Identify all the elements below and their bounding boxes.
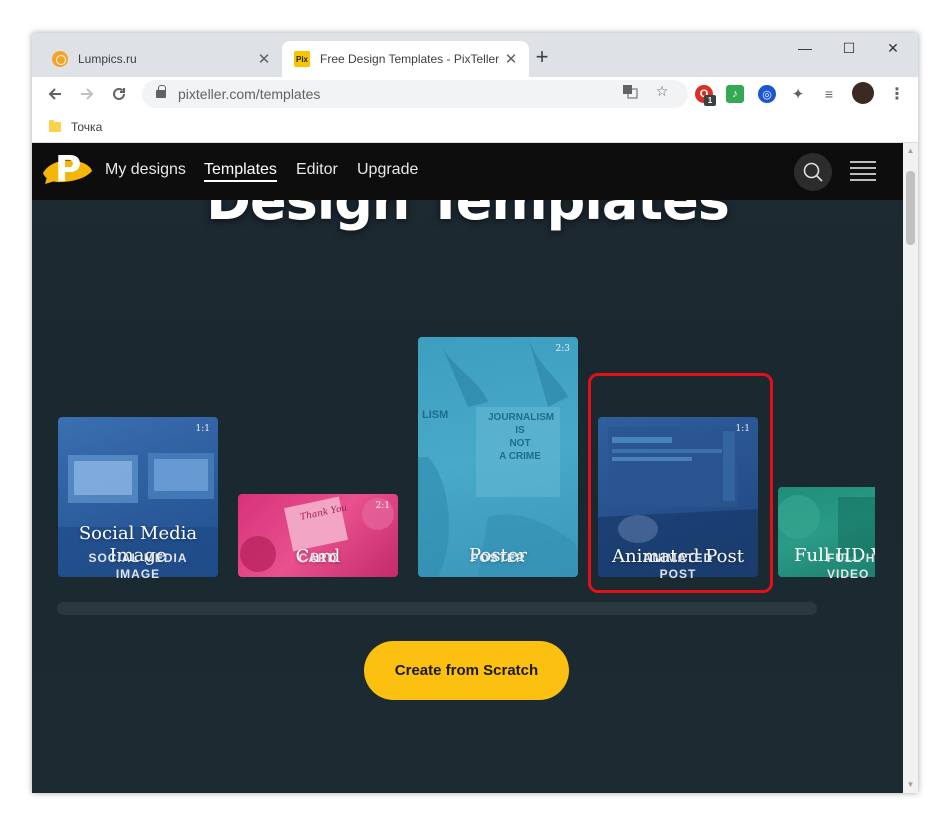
card-caption: POSTER	[470, 551, 526, 565]
pixteller-icon: Pix	[294, 51, 310, 67]
tab-title: Lumpics.ru	[78, 52, 137, 66]
bookmark-folder-tochka[interactable]: Точка	[71, 120, 102, 134]
carousel-scrollbar[interactable]	[57, 602, 817, 615]
browser-toolbar: pixteller.com/templates ☆ O 1 ♪ ◎ ✦ ≡ ⋮	[32, 77, 918, 111]
reload-icon	[113, 87, 125, 100]
poster-headline: JOURNALISM IS NOT A CRIME	[488, 412, 555, 462]
card-caption: FULL H VIDEO	[827, 551, 875, 581]
translate-icon[interactable]	[620, 81, 640, 101]
logo-letter: P	[55, 149, 82, 190]
scrollbar-thumb[interactable]	[906, 171, 915, 245]
nav-upgrade[interactable]: Upgrade	[357, 161, 418, 179]
vertical-scrollbar[interactable]: ▲ ▼	[903, 143, 918, 793]
new-tab-button[interactable]: +	[530, 45, 554, 69]
template-card-poster[interactable]: JOURNALISM IS NOT A CRIME LISM 2:3 Poste…	[418, 337, 578, 577]
extension-badge: 1	[704, 95, 716, 106]
pixteller-logo[interactable]: P	[41, 149, 93, 191]
scroll-up-icon[interactable]: ▲	[906, 147, 915, 155]
back-arrow-icon	[48, 88, 61, 100]
site-navbar: P My designs Templates Editor Upgrade	[32, 143, 903, 200]
aspect-ratio-badge: 2:1	[375, 501, 390, 511]
puzzle-extensions-icon[interactable]: ✦	[789, 85, 807, 103]
card-caption: SOCIAL MEDIA IMAGE	[88, 551, 188, 581]
tab-pixteller[interactable]: Pix Free Design Templates - PixTeller ✕	[282, 41, 529, 77]
tab-strip: Lumpics.ru ✕ Pix Free Design Templates -…	[32, 33, 918, 77]
page-viewport: Design Templates P My designs Templates …	[32, 143, 903, 793]
folder-icon	[49, 119, 61, 132]
poster-side-text: LISM	[422, 409, 449, 421]
bookmarks-bar: Точка	[32, 111, 918, 143]
globe-extension-icon[interactable]: ◎	[758, 85, 776, 103]
tab-lumpics[interactable]: Lumpics.ru ✕	[40, 41, 282, 77]
maximize-button[interactable]: ☐	[826, 33, 872, 63]
lumpics-orange-icon	[52, 51, 68, 67]
back-button[interactable]	[43, 82, 67, 106]
nav-editor[interactable]: Editor	[296, 161, 338, 179]
tab-title: Free Design Templates - PixTeller	[320, 52, 500, 66]
card-caption: CARD	[298, 551, 338, 565]
forward-button[interactable]	[75, 82, 99, 106]
close-window-button[interactable]: ✕	[870, 33, 916, 63]
hamburger-menu-button[interactable]	[850, 161, 876, 181]
nav-templates[interactable]: Templates	[204, 161, 277, 182]
menu-kebab-icon[interactable]: ⋮	[888, 85, 906, 103]
aspect-ratio-badge: 1:1	[195, 424, 210, 434]
search-button[interactable]	[794, 153, 832, 191]
lock-icon	[156, 85, 166, 98]
minimize-button[interactable]: —	[782, 33, 828, 63]
forward-arrow-icon	[81, 88, 94, 100]
aspect-ratio-badge: 2:3	[555, 344, 570, 354]
search-icon	[803, 162, 823, 182]
nav-my-designs[interactable]: My designs	[105, 161, 186, 179]
url-text: pixteller.com/templates	[178, 86, 321, 102]
bookmark-star-icon[interactable]: ☆	[652, 81, 672, 101]
create-from-scratch-button[interactable]: Create from Scratch	[364, 641, 569, 700]
avatar[interactable]	[852, 82, 874, 104]
browser-window: Lumpics.ru ✕ Pix Free Design Templates -…	[32, 33, 918, 793]
reload-button[interactable]	[107, 82, 131, 106]
media-playlist-icon[interactable]: ≡	[820, 85, 838, 103]
highlight-box	[588, 373, 773, 593]
close-tab-icon[interactable]: ✕	[503, 50, 519, 68]
close-tab-icon[interactable]: ✕	[256, 50, 272, 68]
address-bar[interactable]: pixteller.com/templates	[142, 80, 688, 108]
music-extension-icon[interactable]: ♪	[726, 85, 744, 103]
scroll-down-icon[interactable]: ▼	[906, 781, 915, 789]
